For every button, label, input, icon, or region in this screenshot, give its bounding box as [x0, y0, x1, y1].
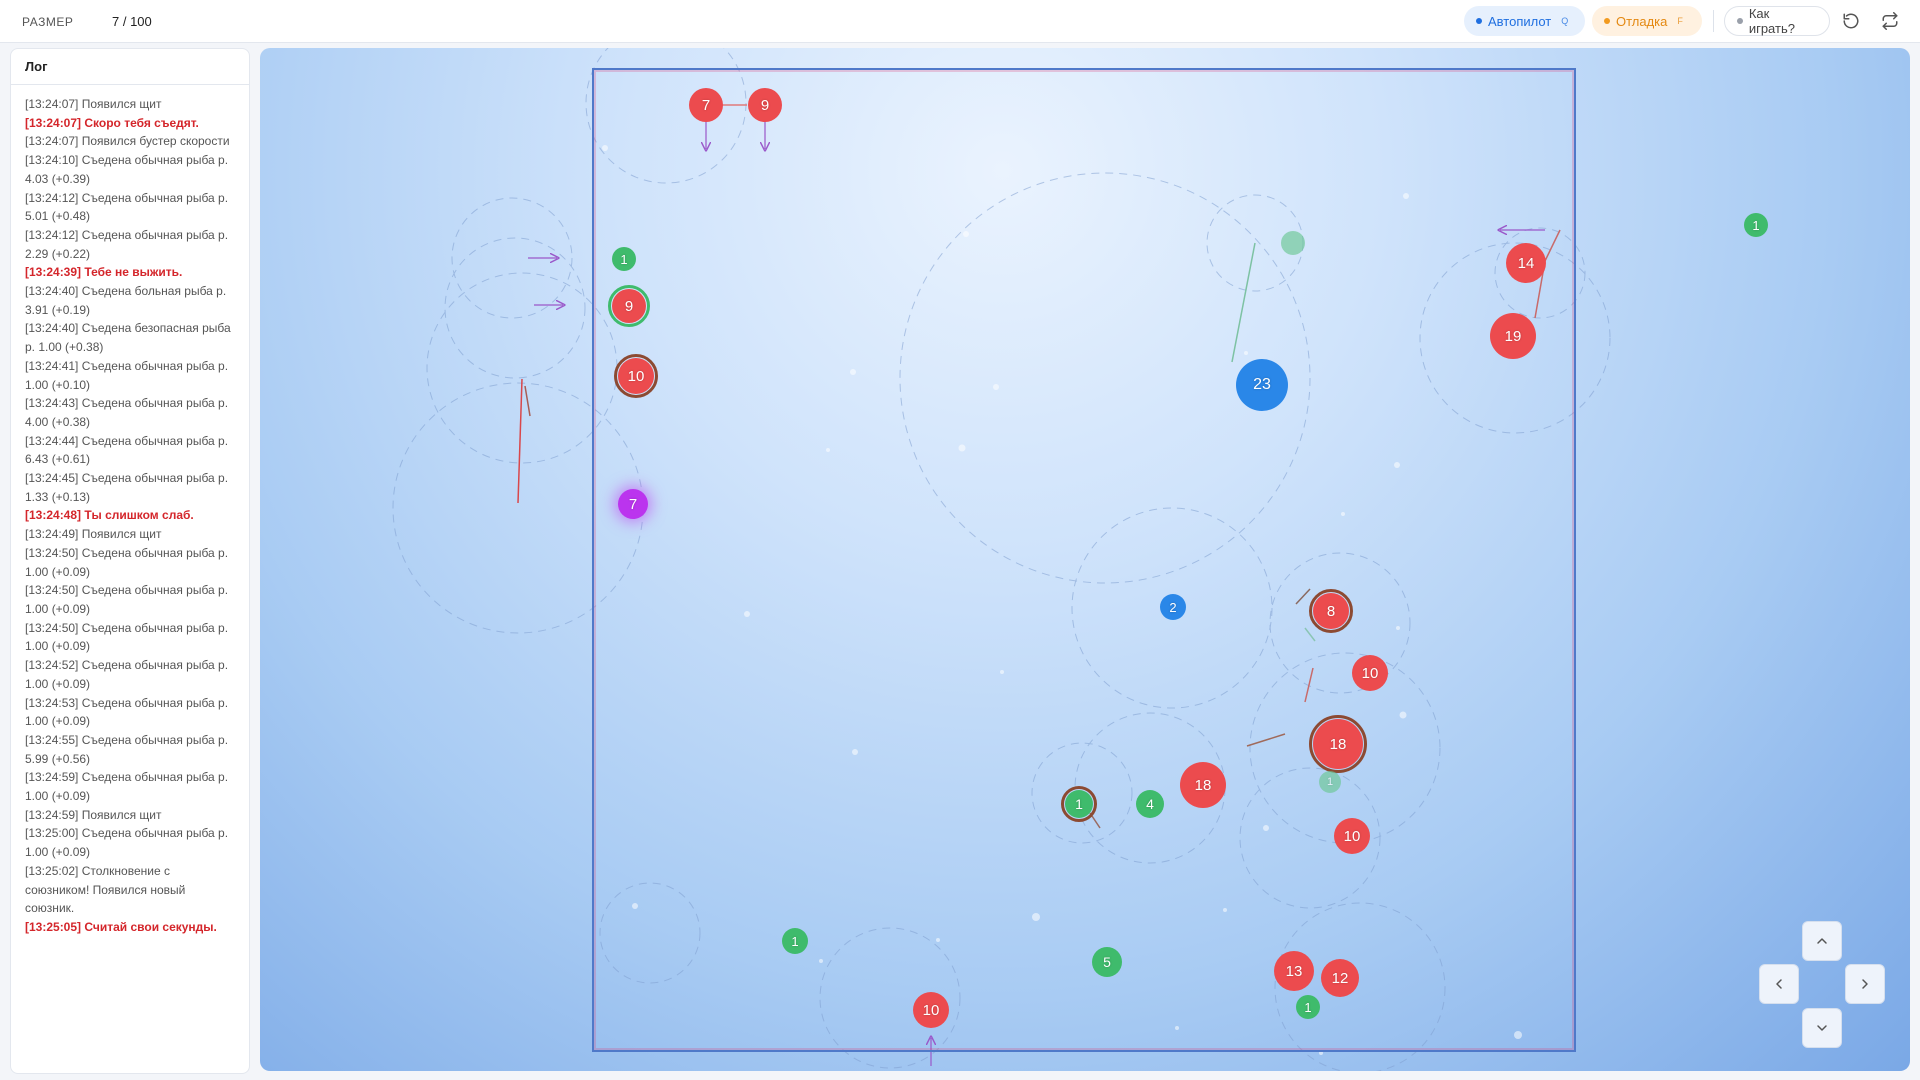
- log-entry: [13:24:50] Съедена обычная рыба р. 1.00 …: [25, 583, 229, 616]
- restart-button[interactable]: [1840, 10, 1862, 32]
- autopilot-button[interactable]: Автопилот Q: [1464, 6, 1585, 36]
- enemy-fish: 10: [913, 992, 949, 1028]
- log-entry: [13:24:07] Появился щит: [25, 97, 162, 111]
- move-down-button[interactable]: [1802, 1008, 1842, 1048]
- enemy-fish: 9: [748, 88, 782, 122]
- enemy-fish: 7: [689, 88, 723, 122]
- log-entry: [13:24:52] Съедена обычная рыба р. 1.00 …: [25, 658, 229, 691]
- log-entry: [13:24:45] Съедена обычная рыба р. 1.33 …: [25, 471, 229, 504]
- enemy-fish-boosted: 18: [1309, 715, 1367, 773]
- move-left-button[interactable]: [1759, 964, 1799, 1004]
- help-button[interactable]: Как играть?: [1724, 6, 1830, 36]
- debug-button[interactable]: Отладка F: [1592, 6, 1702, 36]
- log-entry: [13:24:41] Съедена обычная рыба р. 1.00 …: [25, 358, 229, 392]
- log-entry: [13:24:40] Съедена безопасная рыба р. 1.…: [25, 321, 231, 355]
- debug-hotkey: F: [1677, 16, 1683, 26]
- log-entry: [13:25:00] Съедена обычная рыба р. 1.00 …: [25, 826, 229, 860]
- log-entry: [13:24:12] Съедена обычная рыба р. 2.29 …: [25, 227, 229, 261]
- food-fish: 1: [782, 928, 808, 954]
- move-up-button[interactable]: [1802, 921, 1842, 961]
- enemy-fish: 14: [1506, 243, 1546, 283]
- enemy-fish: 19: [1490, 313, 1536, 359]
- help-label: Как играть?: [1748, 6, 1795, 36]
- food-fish-boosted: 1: [1061, 786, 1097, 822]
- enemy-fish: 12: [1321, 959, 1359, 997]
- food-fish: 4: [1136, 790, 1164, 818]
- debug-label: Отладка: [1616, 13, 1668, 29]
- log-entry: [13:24:48] Ты слишком слаб.: [25, 508, 194, 523]
- log-entry: [13:24:44] Съедена обычная рыба р. 6.43 …: [25, 433, 229, 467]
- log-entry: [13:24:40] Съедена больная рыба р. 3.91 …: [25, 284, 227, 317]
- autopilot-dot-icon: [1476, 18, 1482, 24]
- game-field[interactable]: 7 9 1 9 10 7 1 14 19 1 23 2 8 10 18 1 18…: [260, 48, 1910, 1071]
- topbar-divider: [1713, 10, 1714, 32]
- log-entry: [13:24:39] Тебе не выжить.: [25, 265, 183, 280]
- top-bar: РАЗМЕР 7 / 100 Автопилот Q Отладка F Как…: [0, 0, 1920, 43]
- repeat-icon: [1882, 12, 1898, 30]
- enemy-fish-boosted: 10: [614, 354, 658, 398]
- log-entry: [13:24:50] Съедена обычная рыба р. 1.00 …: [25, 620, 229, 654]
- ghost-fish: 1: [1319, 771, 1341, 793]
- food-fish: 1: [1744, 213, 1768, 237]
- food-fish: 5: [1092, 947, 1122, 977]
- log-entry: [13:24:59] Появился щит: [25, 807, 162, 822]
- log-entry: [13:24:10] Съедена обычная рыба р. 4.03 …: [25, 153, 229, 186]
- enemy-fish-shielded: 9: [608, 285, 650, 327]
- log-panel: Лог [13:24:07] Появился щит [13:24:07] Ск…: [10, 48, 250, 1074]
- log-entry: [13:24:59] Съедена обычная рыба р. 1.00 …: [25, 770, 229, 804]
- debug-dot-icon: [1604, 18, 1610, 24]
- log-entry: [13:24:07] Скоро тебя съедят.: [25, 115, 199, 130]
- autopilot-label: Автопилот: [1488, 13, 1552, 29]
- swap-button[interactable]: [1879, 10, 1901, 32]
- player-fish: 7: [618, 489, 648, 519]
- ally-fish: 23: [1236, 359, 1288, 411]
- enemy-fish: 18: [1180, 762, 1226, 808]
- log-title: Лог: [11, 49, 249, 85]
- food-fish: 1: [612, 247, 636, 271]
- enemy-fish: 10: [1352, 655, 1388, 691]
- log-entry: [13:24:50] Съедена обычная рыба р. 1.00 …: [25, 545, 229, 579]
- chevron-up-icon: [1817, 938, 1827, 944]
- log-entry: [13:24:55] Съедена обычная рыба р. 5.99 …: [25, 732, 229, 766]
- size-value: 7 / 100: [112, 14, 152, 29]
- size-label: РАЗМЕР: [22, 15, 74, 29]
- enemy-fish: 10: [1334, 818, 1370, 854]
- log-entry: [13:24:53] Съедена обычная рыба р. 1.00 …: [25, 695, 229, 729]
- autopilot-hotkey: Q: [1561, 16, 1569, 26]
- log-entry: [13:24:07] Появился бустер скорости: [25, 134, 230, 149]
- log-list[interactable]: [13:24:07] Появился щит [13:24:07] Скоро …: [11, 85, 249, 937]
- food-fish: 1: [1296, 995, 1320, 1019]
- ally-fish: 2: [1160, 594, 1186, 620]
- rotate-ccw-icon: [1843, 13, 1859, 29]
- move-right-button[interactable]: [1845, 964, 1885, 1004]
- enemy-fish: 13: [1274, 951, 1314, 991]
- enemy-fish-boosted: 8: [1309, 589, 1353, 633]
- chevron-right-icon: [1862, 979, 1868, 989]
- log-entry: [13:25:02] Столкновение с союзником! Поя…: [25, 863, 186, 916]
- chevron-down-icon: [1817, 1025, 1827, 1031]
- chevron-left-icon: [1776, 979, 1782, 989]
- log-entry: [13:24:12] Съедена обычная рыба р. 5.01 …: [25, 190, 229, 224]
- log-entry: [13:24:49] Появился щит: [25, 527, 162, 542]
- ghost-fish: 1: [1281, 231, 1305, 255]
- help-dot-icon: [1737, 18, 1743, 24]
- log-entry: [13:25:05] Считай свои секунды.: [25, 919, 217, 934]
- log-entry: [13:24:43] Съедена обычная рыба р. 4.00 …: [25, 396, 229, 429]
- arena-boundary: [592, 68, 1576, 1052]
